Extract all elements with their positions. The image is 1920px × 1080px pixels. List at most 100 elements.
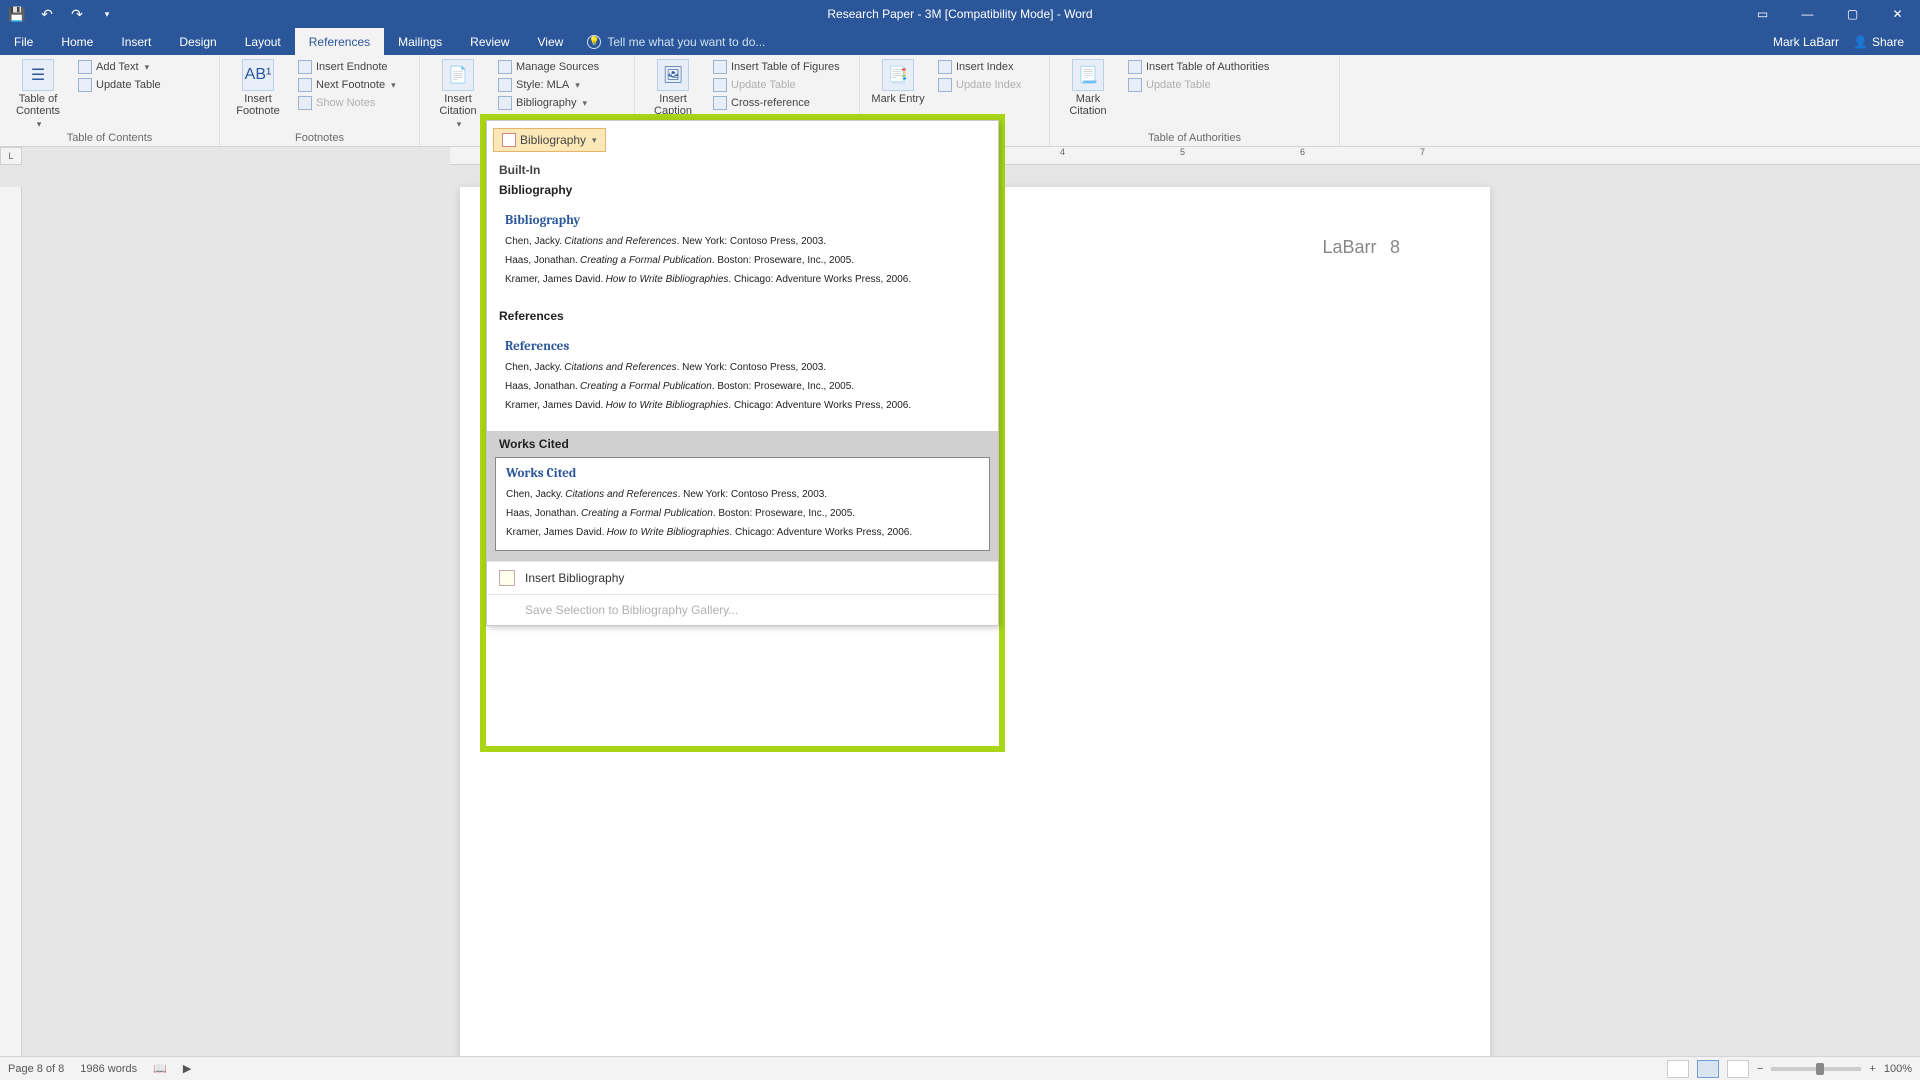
redo-icon[interactable]: ↷	[68, 5, 86, 23]
vertical-ruler[interactable]	[0, 187, 22, 1056]
mark-entry-icon: 📑	[882, 59, 914, 91]
show-notes-button[interactable]: Show Notes	[294, 95, 400, 111]
bibliography-entry: Chen, Jacky. Citations and References. N…	[505, 232, 980, 251]
update-icon	[1128, 78, 1142, 92]
lightbulb-icon: 💡	[587, 35, 601, 49]
chevron-down-icon: ▾	[592, 135, 597, 146]
insert-toa-button[interactable]: Insert Table of Authorities	[1124, 59, 1273, 75]
tab-references[interactable]: References	[295, 28, 384, 55]
zoom-out-button[interactable]: −	[1757, 1063, 1763, 1075]
undo-icon[interactable]: ↶	[38, 5, 56, 23]
signed-in-user[interactable]: Mark LaBarr	[1773, 35, 1839, 49]
mark-entry-button[interactable]: 📑 Mark Entry	[868, 59, 928, 105]
close-button[interactable]: ✕	[1875, 0, 1920, 28]
update-icon	[713, 78, 727, 92]
bibliography-entry: Kramer, James David. How to Write Biblio…	[505, 270, 980, 289]
gallery-section-built-in: Built-In	[487, 157, 998, 179]
macro-icon[interactable]: ▶	[183, 1062, 191, 1075]
maximize-button[interactable]: ▢	[1830, 0, 1875, 28]
zoom-slider[interactable]	[1771, 1067, 1861, 1071]
bibliography-dropdown-active[interactable]: Bibliography ▾	[493, 128, 606, 152]
zoom-level[interactable]: 100%	[1884, 1063, 1912, 1075]
print-layout-view-button[interactable]	[1697, 1060, 1719, 1078]
insert-caption-button[interactable]: 🖼 Insert Caption	[643, 59, 703, 117]
manage-sources-icon	[498, 60, 512, 74]
bibliography-gallery-panel: Built-In Bibliography Bibliography Chen,…	[486, 120, 999, 626]
word-count[interactable]: 1986 words	[80, 1063, 137, 1075]
insert-index-icon	[938, 60, 952, 74]
table-of-contents-button[interactable]: ☰ Table of Contents ▾	[8, 59, 68, 130]
cross-reference-button[interactable]: Cross-reference	[709, 95, 844, 111]
insert-citation-button[interactable]: 📄 Insert Citation ▾	[428, 59, 488, 130]
tab-view[interactable]: View	[524, 28, 578, 55]
quick-access-toolbar: 💾 ↶ ↷ ▾	[0, 5, 116, 23]
zoom-in-button[interactable]: +	[1869, 1063, 1875, 1075]
bibliography-entry: Haas, Jonathan. Creating a Formal Public…	[505, 251, 980, 270]
tab-insert[interactable]: Insert	[107, 28, 165, 55]
add-text-button[interactable]: Add Text▾	[74, 59, 165, 75]
tab-review[interactable]: Review	[456, 28, 523, 55]
share-icon: 👤	[1853, 35, 1868, 49]
group-label-toa: Table of Authorities	[1058, 130, 1331, 144]
gallery-item-label-works-cited: Works Cited	[495, 437, 990, 457]
tab-mailings[interactable]: Mailings	[384, 28, 456, 55]
insert-endnote-button[interactable]: Insert Endnote	[294, 59, 400, 75]
update-index-button[interactable]: Update Index	[934, 77, 1025, 93]
show-notes-icon	[298, 96, 312, 110]
bibliography-icon	[498, 96, 512, 110]
title-bar: 💾 ↶ ↷ ▾ Research Paper - 3M [Compatibili…	[0, 0, 1920, 28]
insert-footnote-button[interactable]: AB¹ Insert Footnote	[228, 59, 288, 117]
tab-file[interactable]: File	[0, 28, 47, 55]
footnote-icon: AB¹	[242, 59, 274, 91]
window-title: Research Paper - 3M [Compatibility Mode]…	[827, 7, 1092, 21]
tab-home[interactable]: Home	[47, 28, 107, 55]
add-text-icon	[78, 60, 92, 74]
group-label-footnotes: Footnotes	[228, 130, 411, 144]
page-indicator[interactable]: Page 8 of 8	[8, 1063, 64, 1075]
qat-customize-icon[interactable]: ▾	[98, 5, 116, 23]
tab-selector[interactable]: L	[0, 147, 22, 165]
cross-ref-icon	[713, 96, 727, 110]
web-layout-view-button[interactable]	[1727, 1060, 1749, 1078]
save-selection-gallery-menu-item: Save Selection to Bibliography Gallery..…	[487, 594, 998, 625]
ribbon-tabs: File Home Insert Design Layout Reference…	[0, 28, 1920, 55]
tell-me-search[interactable]: 💡 Tell me what you want to do...	[577, 28, 765, 55]
save-icon[interactable]: 💾	[8, 5, 26, 23]
ribbon-display-options-icon[interactable]: ▭	[1740, 0, 1785, 28]
citation-style-dropdown[interactable]: Style: MLA▾	[494, 77, 603, 93]
gallery-item-label-references: References	[487, 305, 998, 329]
insert-table-of-figures-button[interactable]: Insert Table of Figures	[709, 59, 844, 75]
gallery-item-works-cited-wrap[interactable]: Works Cited Works Cited Chen, Jacky. Cit…	[487, 431, 998, 561]
status-bar: Page 8 of 8 1986 words 📖 ▶ − + 100%	[0, 1056, 1920, 1080]
next-footnote-button[interactable]: Next Footnote▾	[294, 77, 400, 93]
page-header: LaBarr 8	[1322, 237, 1400, 258]
share-label: Share	[1872, 35, 1904, 49]
chevron-down-icon: ▾	[457, 119, 462, 130]
read-mode-view-button[interactable]	[1667, 1060, 1689, 1078]
bibliography-dropdown-button[interactable]: Bibliography▾	[494, 95, 603, 111]
update-tof-button[interactable]: Update Table	[709, 77, 844, 93]
update-icon	[78, 78, 92, 92]
tab-design[interactable]: Design	[165, 28, 230, 55]
tab-layout[interactable]: Layout	[231, 28, 295, 55]
style-icon	[498, 78, 512, 92]
share-button[interactable]: 👤 Share	[1853, 35, 1904, 49]
bibliography-entry: Haas, Jonathan. Creating a Formal Public…	[505, 377, 980, 396]
zoom-slider-thumb[interactable]	[1816, 1063, 1824, 1075]
update-toa-button[interactable]: Update Table	[1124, 77, 1273, 93]
update-toc-button[interactable]: Update Table	[74, 77, 165, 93]
bibliography-entry: Kramer, James David. How to Write Biblio…	[505, 396, 980, 415]
next-footnote-icon	[298, 78, 312, 92]
caption-icon: 🖼	[657, 59, 689, 91]
chevron-down-icon: ▾	[391, 80, 396, 91]
toa-icon	[1128, 60, 1142, 74]
minimize-button[interactable]: —	[1785, 0, 1830, 28]
mark-citation-button[interactable]: 📃 Mark Citation	[1058, 59, 1118, 117]
gallery-item-bibliography[interactable]: Bibliography Chen, Jacky. Citations and …	[495, 205, 990, 297]
group-label-toc: Table of Contents	[8, 130, 211, 144]
insert-bibliography-menu-item[interactable]: Insert Bibliography	[487, 561, 998, 594]
spelling-icon[interactable]: 📖	[153, 1062, 167, 1075]
insert-index-button[interactable]: Insert Index	[934, 59, 1025, 75]
manage-sources-button[interactable]: Manage Sources	[494, 59, 603, 75]
gallery-item-references[interactable]: References Chen, Jacky. Citations and Re…	[495, 331, 990, 423]
